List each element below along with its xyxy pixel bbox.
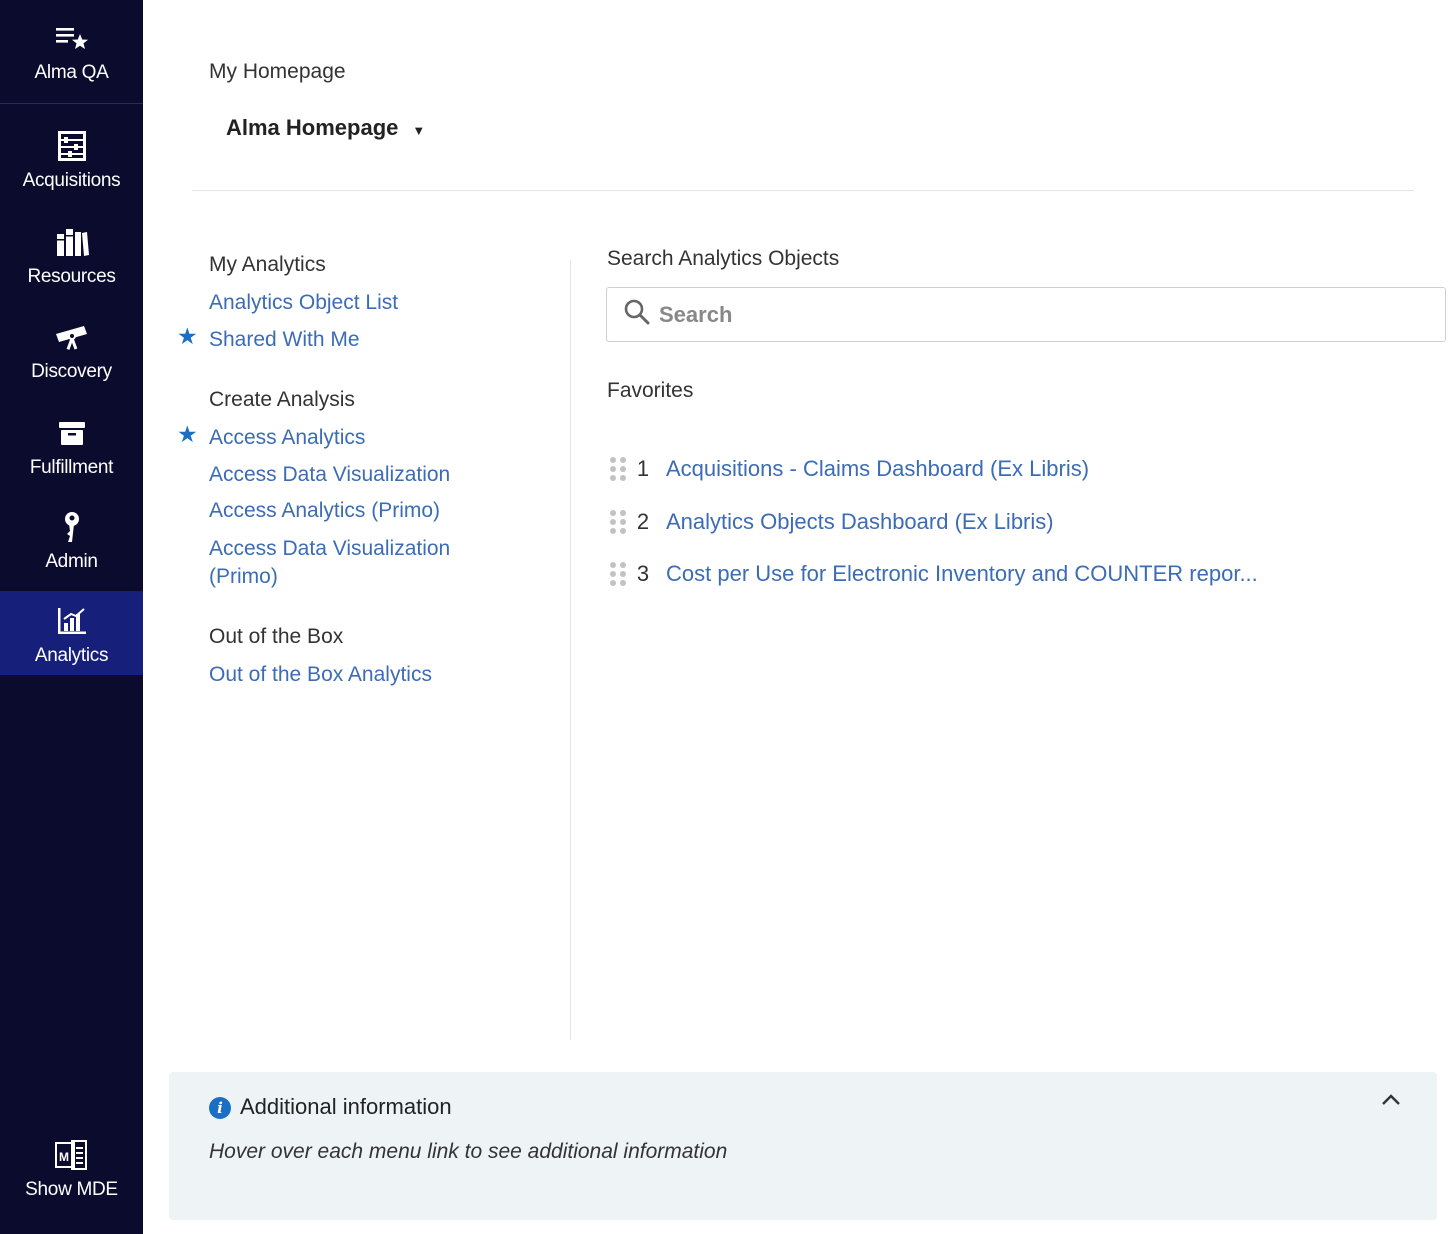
star-icon[interactable]: ★ (177, 323, 198, 350)
drag-handle-icon[interactable] (610, 457, 628, 481)
nav-admin[interactable]: Admin (0, 497, 143, 581)
nav-fulfillment[interactable]: Fulfillment (0, 403, 143, 487)
telescope-icon (54, 319, 90, 355)
favorite-item: 2 Analytics Objects Dashboard (Ex Libris… (610, 507, 1054, 537)
nav-label: Show MDE (25, 1179, 118, 1200)
column-divider (570, 260, 571, 1040)
sidebar: Alma QA Acquisitions Resources Discovery… (0, 0, 143, 1234)
search-box[interactable] (606, 287, 1446, 342)
info-icon: i (209, 1097, 231, 1119)
favorite-link[interactable]: Acquisitions - Claims Dashboard (Ex Libr… (666, 456, 1089, 482)
nav-discovery[interactable]: Discovery (0, 307, 143, 391)
header-divider (192, 190, 1414, 191)
homepage-dropdown-label: Alma Homepage (226, 115, 399, 140)
drag-handle-icon[interactable] (610, 562, 628, 586)
star-icon[interactable]: ★ (177, 421, 198, 448)
link-out-of-the-box-analytics[interactable]: Out of the Box Analytics (209, 661, 432, 689)
section-title-create-analysis: Create Analysis (209, 388, 355, 411)
section-title-out-of-the-box: Out of the Box (209, 625, 344, 648)
link-access-analytics[interactable]: Access Analytics (209, 424, 365, 452)
nav-alma-qa[interactable]: Alma QA (0, 8, 143, 92)
archive-box-icon (54, 415, 90, 451)
homepage-dropdown[interactable]: Alma Homepage ▼ (226, 115, 425, 141)
nav-show-mde[interactable]: M Show MDE (0, 1125, 143, 1209)
svg-text:M: M (59, 1150, 69, 1164)
favorite-number: 3 (636, 561, 650, 586)
info-panel-title: Additional information (240, 1094, 452, 1119)
drag-handle-icon[interactable] (610, 510, 628, 534)
nav-label: Acquisitions (22, 170, 121, 191)
link-access-data-visualization[interactable]: Access Data Visualization (209, 461, 450, 489)
additional-info-panel: i Additional information Hover over each… (169, 1072, 1437, 1220)
nav-resources[interactable]: Resources (0, 212, 143, 296)
nav-label: Alma QA (34, 62, 109, 83)
search-section-title: Search Analytics Objects (607, 247, 840, 270)
sidebar-divider (0, 103, 143, 104)
favorite-item: 1 Acquisitions - Claims Dashboard (Ex Li… (610, 454, 1089, 484)
favorite-link[interactable]: Cost per Use for Electronic Inventory an… (666, 561, 1258, 587)
favorites-title: Favorites (607, 379, 694, 402)
link-access-analytics-primo[interactable]: Access Analytics (Primo) (209, 497, 440, 525)
info-panel-text: Hover over each menu link to see additio… (209, 1140, 728, 1163)
nav-analytics[interactable]: Analytics (0, 591, 143, 675)
section-title-my-analytics: My Analytics (209, 253, 326, 276)
nav-label: Analytics (34, 645, 109, 666)
chevron-down-icon: ▼ (412, 122, 426, 138)
nav-acquisitions[interactable]: Acquisitions (0, 116, 143, 200)
nav-label: Fulfillment (29, 457, 114, 478)
link-access-data-visualization-primo[interactable]: Access Data Visualization (Primo) (209, 535, 499, 591)
favorite-number: 2 (636, 509, 650, 534)
link-analytics-object-list[interactable]: Analytics Object List (209, 289, 398, 317)
link-shared-with-me[interactable]: Shared With Me (209, 326, 360, 354)
collapse-button[interactable] (1377, 1088, 1405, 1116)
key-icon (54, 509, 90, 545)
nav-label: Admin (45, 551, 98, 572)
page-title: My Homepage (209, 60, 346, 83)
nav-label: Discovery (31, 361, 112, 382)
search-icon (623, 298, 651, 331)
star-list-icon (54, 20, 90, 56)
mde-icon: M (54, 1137, 90, 1173)
favorite-link[interactable]: Analytics Objects Dashboard (Ex Libris) (666, 509, 1054, 535)
search-input[interactable] (659, 301, 1419, 328)
chevron-up-icon (1380, 1093, 1402, 1112)
bar-chart-icon (54, 603, 90, 639)
favorite-number: 1 (636, 456, 650, 481)
books-icon (54, 224, 90, 260)
abacus-icon (54, 128, 90, 164)
favorite-item: 3 Cost per Use for Electronic Inventory … (610, 559, 1258, 589)
nav-label: Resources (27, 266, 116, 287)
